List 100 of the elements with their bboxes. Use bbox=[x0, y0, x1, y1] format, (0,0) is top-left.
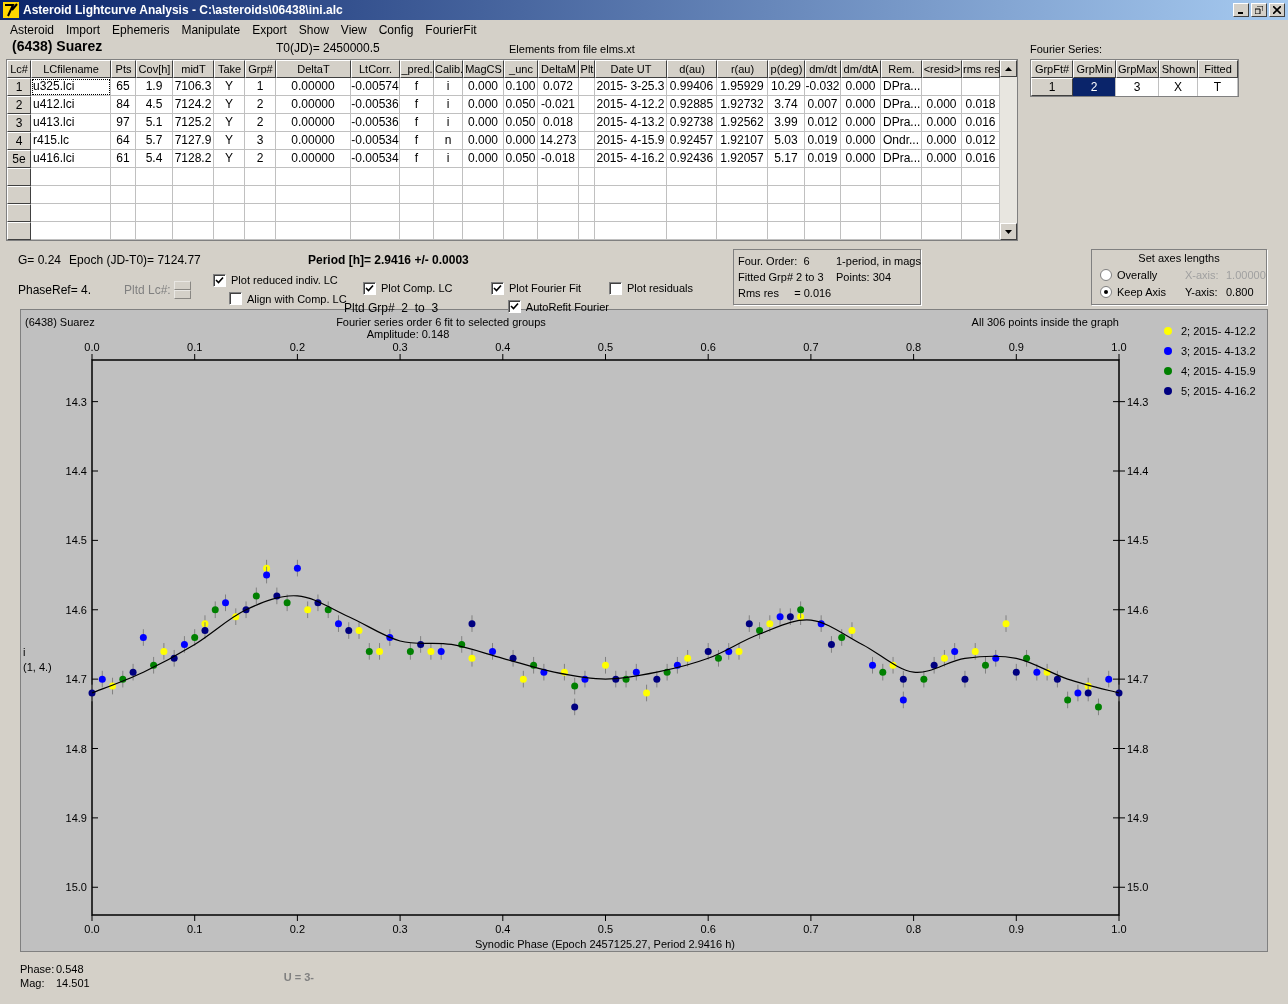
table-cell: 7106.3 bbox=[173, 78, 214, 96]
table-cell bbox=[841, 222, 881, 240]
table-cell: -0.032 bbox=[805, 78, 841, 96]
radio-button[interactable] bbox=[1100, 269, 1112, 281]
table-cell bbox=[841, 186, 881, 204]
row-header[interactable] bbox=[7, 204, 31, 222]
column-header[interactable]: GrpFt# bbox=[1031, 60, 1073, 78]
column-header[interactable]: dm/dt bbox=[805, 60, 841, 78]
table-cell[interactable]: 2 bbox=[1073, 78, 1116, 96]
tick-label: 14.5 bbox=[1127, 534, 1149, 547]
column-header[interactable]: _unc bbox=[504, 60, 538, 78]
row-header[interactable]: 1 bbox=[1031, 78, 1073, 96]
column-header[interactable]: midT bbox=[173, 60, 214, 78]
table-cell bbox=[579, 132, 595, 150]
menu-item[interactable]: Manipulate bbox=[175, 20, 247, 39]
menu-item[interactable]: FourierFit bbox=[419, 20, 483, 39]
row-header[interactable] bbox=[7, 168, 31, 186]
data-point bbox=[612, 670, 620, 688]
checkbox[interactable] bbox=[229, 292, 242, 306]
checkbox[interactable] bbox=[363, 281, 376, 295]
column-header[interactable]: GrpMin bbox=[1073, 60, 1116, 78]
axis-length-field[interactable]: 0.800 bbox=[1226, 283, 1254, 301]
data-point bbox=[899, 670, 907, 688]
data-point bbox=[252, 587, 260, 605]
column-header[interactable]: _pred. bbox=[400, 60, 434, 78]
column-header[interactable]: LtCorr. bbox=[351, 60, 400, 78]
column-header[interactable]: Shown bbox=[1159, 60, 1198, 78]
point bbox=[848, 627, 856, 635]
point bbox=[643, 689, 651, 697]
menu-item[interactable]: Config bbox=[372, 20, 420, 39]
close-button[interactable] bbox=[1269, 3, 1285, 17]
column-header[interactable]: rms res bbox=[962, 60, 1000, 78]
column-header[interactable]: Plt bbox=[579, 60, 595, 78]
column-header[interactable]: LCfilename bbox=[31, 60, 111, 78]
table-cell bbox=[214, 204, 245, 222]
checkbox[interactable] bbox=[213, 273, 226, 287]
data-point bbox=[468, 649, 476, 668]
column-header[interactable]: Date UT bbox=[595, 60, 667, 78]
column-header[interactable]: Pts bbox=[111, 60, 136, 78]
menu-item[interactable]: Asteroid bbox=[4, 20, 61, 39]
checkbox[interactable] bbox=[491, 281, 504, 295]
radio-button[interactable] bbox=[1100, 286, 1112, 298]
scrollbar[interactable] bbox=[1000, 60, 1017, 240]
column-header[interactable]: d(au) bbox=[667, 60, 717, 78]
point bbox=[98, 675, 106, 683]
point bbox=[838, 634, 846, 641]
table-cell bbox=[579, 186, 595, 204]
table-cell: Ondr... bbox=[881, 132, 922, 150]
table-cell bbox=[595, 186, 667, 204]
column-header[interactable]: Lc# bbox=[7, 60, 31, 78]
column-header[interactable]: MagCS bbox=[463, 60, 504, 78]
table-cell bbox=[434, 168, 463, 186]
checkbox[interactable] bbox=[609, 281, 622, 295]
row-header[interactable]: 4 bbox=[7, 132, 31, 150]
radio-label: Overally bbox=[1117, 267, 1159, 283]
table-cell bbox=[111, 168, 136, 186]
data-point bbox=[304, 600, 312, 619]
row-header[interactable] bbox=[7, 186, 31, 204]
minimize-button[interactable] bbox=[1233, 3, 1249, 17]
row-header[interactable]: 5e bbox=[7, 150, 31, 168]
point bbox=[519, 675, 527, 683]
checkbox[interactable] bbox=[508, 300, 521, 314]
column-header[interactable]: DeltaM bbox=[538, 60, 579, 78]
column-header[interactable]: Cov[h] bbox=[136, 60, 173, 78]
table-cell: i bbox=[434, 150, 463, 168]
column-header[interactable]: Calib. bbox=[434, 60, 463, 78]
column-header[interactable]: p(deg) bbox=[768, 60, 805, 78]
column-header[interactable]: DeltaT bbox=[276, 60, 351, 78]
column-header[interactable]: GrpMax bbox=[1116, 60, 1159, 78]
row-header[interactable] bbox=[7, 222, 31, 240]
table-cell bbox=[595, 204, 667, 222]
menu-item[interactable]: View bbox=[334, 20, 373, 39]
table-cell bbox=[881, 186, 922, 204]
row-header[interactable]: 2 bbox=[7, 96, 31, 114]
data-point bbox=[632, 663, 640, 681]
column-header[interactable]: Fitted bbox=[1198, 60, 1238, 78]
row-header[interactable]: 1 bbox=[7, 78, 31, 96]
menu-item[interactable]: Ephemeris bbox=[106, 20, 176, 39]
table-cell bbox=[245, 168, 276, 186]
column-header[interactable]: Rem. bbox=[881, 60, 922, 78]
column-header[interactable]: <resid> bbox=[922, 60, 962, 78]
table-cell: f bbox=[400, 114, 434, 132]
row-header[interactable]: 3 bbox=[7, 114, 31, 132]
table-cell bbox=[214, 168, 245, 186]
y-axis-sublabel: (1, 4.) bbox=[23, 661, 52, 673]
point bbox=[1105, 675, 1113, 683]
restore-button[interactable] bbox=[1251, 3, 1267, 17]
column-header[interactable]: dm/dtA bbox=[841, 60, 881, 78]
column-header[interactable]: Take bbox=[214, 60, 245, 78]
data-point bbox=[386, 628, 394, 647]
menu-item[interactable]: Export bbox=[246, 20, 293, 39]
column-header[interactable]: r(au) bbox=[717, 60, 768, 78]
menu-item[interactable]: Import bbox=[60, 20, 107, 39]
data-point bbox=[992, 649, 1000, 668]
menu-item[interactable]: Show bbox=[292, 20, 335, 39]
table-cell: 0.072 bbox=[538, 78, 579, 96]
table-cell: i bbox=[434, 96, 463, 114]
column-header[interactable]: Grp# bbox=[245, 60, 276, 78]
table-cell bbox=[579, 168, 595, 186]
data-point bbox=[879, 663, 887, 681]
